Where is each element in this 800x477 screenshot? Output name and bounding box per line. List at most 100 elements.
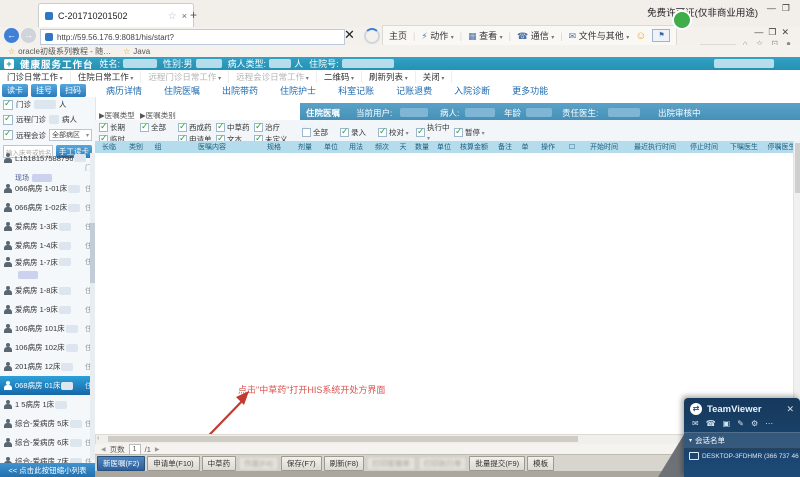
patient-row[interactable]: 爱病房 1-7床 住 xyxy=(0,255,95,281)
checkbox-icon[interactable] xyxy=(3,115,13,125)
call-icon[interactable]: ☎ xyxy=(706,419,716,428)
table-column-header[interactable]: 数量 xyxy=(411,142,433,152)
browser-window-controls[interactable]: —❐✕ xyxy=(754,27,794,38)
filter-checkbox[interactable]: 暂停 xyxy=(454,122,492,142)
table-vertical-scrollbar[interactable] xyxy=(793,141,800,434)
table-column-header[interactable]: 单位 xyxy=(319,142,343,152)
toolbar-button[interactable]: 中草药 xyxy=(202,456,237,471)
table-column-header[interactable]: 医嘱内容 xyxy=(167,142,257,152)
table-column-header[interactable]: 类别 xyxy=(123,142,149,152)
scrollbar-thumb[interactable] xyxy=(108,436,578,442)
new-tab-button[interactable]: + xyxy=(190,8,197,22)
chat-icon[interactable]: ✉ xyxy=(692,419,699,428)
address-bar[interactable]: http://59.56.176.9:8081/his/start? xyxy=(40,29,345,45)
table-column-header[interactable]: 剂量 xyxy=(291,142,319,152)
scroll-left-icon[interactable]: ‹ xyxy=(97,435,99,442)
video-icon[interactable]: ▣ xyxy=(723,419,731,428)
checkbox-icon[interactable] xyxy=(3,130,13,140)
table-column-header[interactable]: 核算金额 xyxy=(455,142,493,152)
filter-checkbox[interactable]: 长期 xyxy=(99,122,137,133)
menu-item[interactable]: 住院日常工作 ▾ xyxy=(71,71,142,83)
session-list-header[interactable]: ▾ 会话名单 xyxy=(684,432,800,449)
toolbar-button[interactable]: 打印医嘱单 xyxy=(366,456,416,471)
patient-row[interactable]: 106病房 102床 住 xyxy=(0,338,95,357)
menu-item[interactable]: 二维码 ▾ xyxy=(317,71,362,83)
pin-panel-icon[interactable]: ⚑ xyxy=(652,29,670,42)
tv-menu-communication[interactable]: ☎ 通信 ▾ xyxy=(517,29,554,42)
toolbar-button[interactable]: 新医嘱(F2) xyxy=(97,456,145,471)
module-tab[interactable]: 记账退费 xyxy=(385,84,443,97)
tv-menu-files[interactable]: ✉ 文件与其他 ▾ xyxy=(569,29,630,42)
filter-checkbox[interactable]: 中草药 xyxy=(216,122,254,133)
toolbar-button[interactable]: 刷新(F8) xyxy=(324,456,365,471)
table-column-header[interactable]: 开始时间 xyxy=(581,142,627,152)
ward-select[interactable]: 全部病区▾ xyxy=(49,129,92,141)
menu-item[interactable]: 门诊日常工作 ▾ xyxy=(0,71,71,83)
table-column-header[interactable]: 操作 xyxy=(533,142,563,152)
table-column-header[interactable]: 单 xyxy=(517,142,533,152)
window-controls[interactable]: —❐ xyxy=(767,3,796,14)
table-column-header[interactable]: 单位 xyxy=(433,142,455,152)
filter-remote-outpatient[interactable]: 远程门诊 病人 xyxy=(0,112,95,127)
menu-item[interactable]: 远程会诊日常工作 ▾ xyxy=(229,71,317,83)
close-icon[interactable]: ✕ xyxy=(786,404,794,415)
toolbar-button[interactable]: 保存(F7) xyxy=(281,456,322,471)
toolbar-button[interactable]: 模板 xyxy=(527,456,554,471)
filter-checkbox[interactable]: 治疗 xyxy=(254,122,292,133)
patient-row[interactable]: L1518157588796 门 现场 xyxy=(0,153,95,179)
tab-close-icon[interactable]: × xyxy=(182,11,187,21)
settings-gear-icon[interactable]: ⚙ xyxy=(751,419,758,428)
patient-row[interactable]: 综合-爱病房 5床 住 xyxy=(0,414,95,433)
patient-row[interactable]: 爱病房 1-8床 住 xyxy=(0,281,95,300)
star-icon[interactable]: ☆ xyxy=(168,11,177,22)
module-tab[interactable]: 住院护士 xyxy=(269,84,327,97)
forward-icon[interactable]: → xyxy=(21,28,36,43)
toolbar-button[interactable]: 作废(F4) xyxy=(238,456,279,471)
more-icon[interactable]: ⋯ xyxy=(765,419,773,428)
back-icon[interactable]: ← xyxy=(4,28,19,43)
checkbox-icon[interactable] xyxy=(3,100,13,110)
menu-item[interactable]: 远程门诊日常工作 ▾ xyxy=(141,71,229,83)
stop-icon[interactable]: ✕ xyxy=(344,27,355,43)
table-column-header[interactable]: 天 xyxy=(395,142,411,152)
patient-row[interactable]: 068病房 01床 住 xyxy=(0,376,95,395)
menu-item[interactable]: 关闭 ▾ xyxy=(416,71,453,83)
session-device-row[interactable]: DESKTOP-3FDHMR (366 737 46 xyxy=(684,449,800,463)
toolbar-button[interactable]: 申请单(F10) xyxy=(147,456,199,471)
table-column-header[interactable]: 规格 xyxy=(257,142,291,152)
table-column-header[interactable]: 下嘱医生 xyxy=(725,142,763,152)
quick-button[interactable]: 扫码 xyxy=(60,84,86,97)
filter-checkbox[interactable]: 执行中 xyxy=(416,122,454,142)
patient-row[interactable]: 爱病房 1-9床 住 xyxy=(0,300,95,319)
patient-row[interactable]: 066病房 1-02床 住 xyxy=(0,198,95,217)
bookmark-item[interactable]: ☆ oracle初级系列教程 - 随… xyxy=(8,46,111,57)
module-tab[interactable]: 病历详情 xyxy=(95,84,153,97)
module-tab[interactable]: 住院医嘱 xyxy=(153,84,211,97)
patient-row[interactable]: 综合-爱病房 6床 住 xyxy=(0,433,95,452)
collapse-list-button[interactable]: << 点击此按钮缩小列表 xyxy=(0,463,95,477)
toolbar-button[interactable]: 打印执行单 xyxy=(418,456,468,471)
filter-checkbox[interactable]: 录入 xyxy=(340,122,378,142)
feedback-smiley-icon[interactable]: ☺ xyxy=(635,30,646,42)
module-tab[interactable]: 更多功能 xyxy=(501,84,559,97)
module-tab[interactable]: 科室记账 xyxy=(327,84,385,97)
browser-tab[interactable]: C-201710201502 ☆ × xyxy=(38,3,194,28)
table-column-header[interactable]: 用法 xyxy=(343,142,369,152)
module-tab[interactable]: 入院诊断 xyxy=(443,84,501,97)
tv-home-button[interactable]: 主页 xyxy=(389,29,407,42)
tv-menu-actions[interactable]: ⚡ 动作 ▾ xyxy=(421,29,453,42)
filter-remote-consult[interactable]: 远程会诊 全部病区▾ xyxy=(0,127,95,143)
bookmark-item[interactable]: ☆ Java xyxy=(123,47,150,56)
refresh-spinner-icon[interactable] xyxy=(364,28,380,44)
table-column-header[interactable]: 频次 xyxy=(369,142,395,152)
page-number-input[interactable]: 1 xyxy=(129,444,141,455)
patient-row[interactable]: 106病房 101床 住 xyxy=(0,319,95,338)
page-next-icon[interactable]: ▶ xyxy=(155,446,160,453)
table-column-header[interactable]: 最近执行时间 xyxy=(627,142,683,152)
table-column-header[interactable]: 停止时间 xyxy=(683,142,725,152)
module-tab[interactable]: 出院带药 xyxy=(211,84,269,97)
table-column-header[interactable]: 长临 xyxy=(95,142,123,152)
menu-item[interactable]: 刷新列表 ▾ xyxy=(362,71,416,83)
filter-outpatient[interactable]: 门诊 人 xyxy=(0,97,95,112)
quick-button[interactable]: 读卡 xyxy=(2,84,28,97)
